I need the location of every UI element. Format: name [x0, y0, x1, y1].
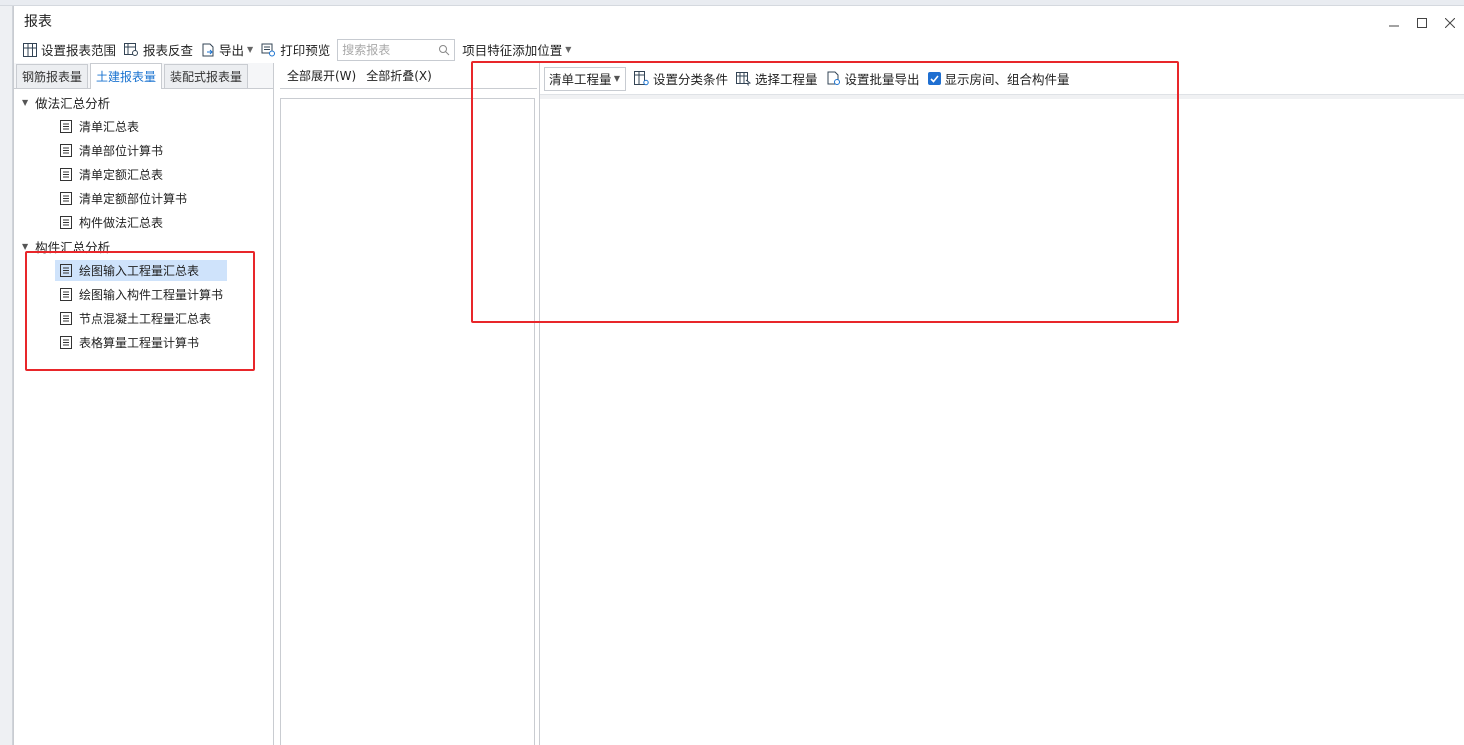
window-controls [1380, 14, 1464, 32]
select-quantity-label: 选择工程量 [755, 72, 818, 87]
set-category-button[interactable]: 设置分类条件 [630, 68, 732, 90]
title-bar: 报表 [14, 6, 1464, 36]
grid-icon [23, 42, 37, 57]
collapse-all-button[interactable]: 全部折叠(X) [366, 67, 432, 84]
maximize-icon[interactable] [1408, 14, 1436, 32]
window-title: 报表 [24, 14, 52, 30]
tree-group-label: 构件汇总分析 [35, 239, 111, 255]
print-preview-icon [261, 43, 276, 56]
select-quantity-button[interactable]: 选择工程量 [732, 68, 822, 90]
print-preview-label: 打印预览 [280, 43, 331, 58]
quantity-type-value: 清单工程量 [549, 72, 612, 87]
tree-item[interactable]: 清单汇总表 [14, 114, 273, 138]
show-room-checkbox[interactable]: 显示房间、组合构件量 [927, 69, 1070, 88]
report-doc-icon [59, 143, 73, 157]
report-search-box[interactable] [337, 38, 456, 61]
tree-item-label: 表格算量工程量计算书 [79, 335, 200, 350]
batch-export-label: 设置批量导出 [844, 72, 920, 87]
show-room-label: 显示房间、组合构件量 [944, 72, 1070, 87]
report-doc-icon [59, 215, 73, 229]
select-table-icon [736, 71, 752, 86]
chevron-down-icon: ▼ [613, 74, 620, 83]
export-dropdown-icon[interactable]: ▼ [247, 45, 253, 54]
tree-item[interactable]: 表格算量工程量计算书 [14, 330, 273, 354]
tree-item-label: 节点混凝土工程量汇总表 [79, 311, 212, 326]
tree-item[interactable]: 清单部位计算书 [14, 138, 273, 162]
report-doc-icon [59, 119, 73, 133]
report-reverse-check-button[interactable]: 报表反查 [120, 39, 197, 61]
tab-label: 钢筋报表量 [22, 70, 83, 84]
report-reverse-check-label: 报表反查 [143, 43, 194, 58]
tab-civil-report[interactable]: 土建报表量 [90, 63, 163, 89]
search-icon[interactable] [438, 44, 450, 56]
tree-item[interactable]: 节点混凝土工程量汇总表 [14, 306, 273, 330]
tree-item-label: 清单定额汇总表 [79, 167, 164, 182]
checkbox-checked-icon[interactable] [927, 72, 941, 85]
table-search-icon [124, 42, 139, 56]
tree-item-label: 清单定额部位计算书 [79, 191, 188, 206]
report-doc-icon [59, 191, 73, 205]
report-tree-panel: 钢筋报表量 土建报表量 装配式报表量 ▼ 做法汇总分析 清单汇总表 清单部位计算… [14, 63, 274, 745]
quantity-type-select[interactable]: 清单工程量 ▼ [544, 66, 626, 91]
middle-panel-header: 全部展开(W) 全部折叠(X) [280, 63, 537, 89]
expand-arrow-icon[interactable]: ▼ [22, 242, 28, 251]
set-report-range-label: 设置报表范围 [41, 43, 117, 58]
tree-item-label: 清单汇总表 [79, 119, 140, 134]
tab-label: 土建报表量 [96, 70, 157, 84]
tree-item[interactable]: 构件做法汇总表 [14, 210, 273, 234]
tab-label: 装配式报表量 [170, 70, 243, 84]
report-view-toolbar: 清单工程量 ▼ 设置分类条件 选择工程量 设置批量导出 显示房间、组合构件量 [540, 63, 1464, 95]
set-category-label: 设置分类条件 [653, 72, 729, 87]
tab-rebar-report[interactable]: 钢筋报表量 [16, 64, 89, 88]
tree-item-label: 绘图输入工程量汇总表 [79, 263, 200, 278]
expand-all-button[interactable]: 全部展开(W) [287, 67, 356, 84]
tree-group-label: 做法汇总分析 [35, 95, 111, 111]
tree-item-label: 绘图输入构件工程量计算书 [79, 287, 224, 302]
report-doc-icon [59, 167, 73, 181]
export-button[interactable]: 导出 ▼ [197, 39, 257, 61]
feature-position-label: 项目特征添加位置 [462, 43, 563, 58]
middle-panel-body [280, 98, 535, 745]
main-toolbar: 设置报表范围 报表反查 导出 ▼ 打印预览 项目特征添加位置 ▼ [14, 36, 1464, 63]
batch-export-icon [827, 71, 840, 85]
tree-item-label: 清单部位计算书 [79, 143, 164, 158]
tree-item-label: 构件做法汇总表 [79, 215, 164, 230]
report-search-input[interactable] [342, 42, 439, 57]
batch-export-button[interactable]: 设置批量导出 [822, 68, 924, 90]
tree-item[interactable]: 清单定额汇总表 [14, 162, 273, 186]
tab-prefab-report[interactable]: 装配式报表量 [164, 64, 249, 88]
report-doc-icon [59, 335, 73, 349]
report-doc-icon [59, 263, 73, 277]
report-view-panel: 清单工程量 ▼ 设置分类条件 选择工程量 设置批量导出 显示房间、组合构件量 [539, 63, 1464, 745]
report-tree: ▼ 做法汇总分析 清单汇总表 清单部位计算书 清单定额汇总表 清单定额部位计算书… [14, 90, 273, 745]
tree-group-component-summary[interactable]: ▼ 构件汇总分析 [14, 234, 273, 258]
report-doc-icon [59, 311, 73, 325]
background-app-left [0, 6, 13, 745]
report-type-tabs: 钢筋报表量 土建报表量 装配式报表量 [14, 63, 273, 89]
report-doc-icon [59, 287, 73, 301]
minimize-icon[interactable] [1380, 14, 1408, 32]
close-icon[interactable] [1436, 14, 1464, 32]
tree-item[interactable]: 绘图输入构件工程量计算书 [14, 282, 273, 306]
category-settings-icon [634, 71, 649, 86]
report-window: 报表 设置报表范围 报表反查 导出 ▼ 打印预览 搜索报表 项目特征添加位置 ▼… [13, 6, 1464, 745]
middle-panel: 全部展开(W) 全部折叠(X) [280, 63, 537, 745]
expand-arrow-icon[interactable]: ▼ [22, 98, 28, 107]
feature-position-dropdown[interactable]: 项目特征添加位置 ▼ [458, 39, 575, 61]
tree-group-method-summary[interactable]: ▼ 做法汇总分析 [14, 90, 273, 114]
tree-item[interactable]: 清单定额部位计算书 [14, 186, 273, 210]
print-preview-button[interactable]: 打印预览 [257, 39, 334, 61]
report-view-subbar [540, 95, 1464, 99]
export-icon [202, 43, 214, 56]
selection-highlight: 绘图输入工程量汇总表 [55, 259, 228, 281]
export-label: 导出 [219, 43, 245, 58]
tree-item-selected[interactable]: 绘图输入工程量汇总表 [14, 258, 273, 282]
chevron-down-icon: ▼ [565, 45, 572, 54]
set-report-range-button[interactable]: 设置报表范围 [19, 39, 120, 61]
